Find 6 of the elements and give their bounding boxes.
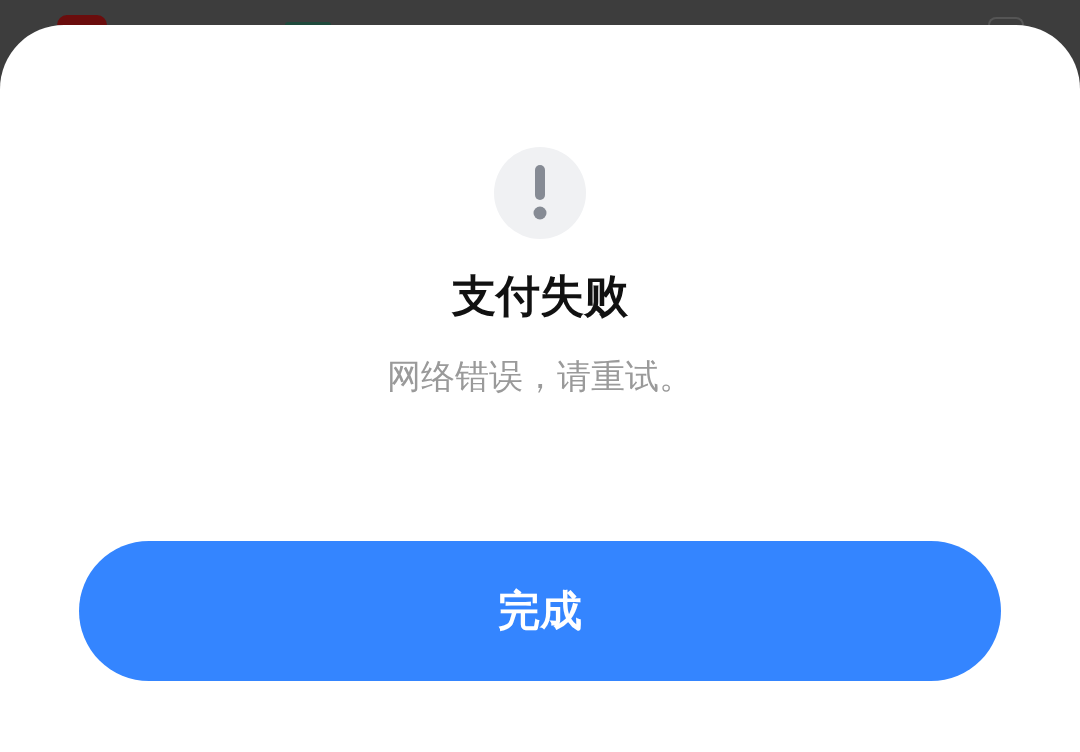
error-message: 网络错误，请重试。 bbox=[387, 356, 693, 397]
done-button[interactable]: 完成 bbox=[79, 541, 1001, 681]
dialog-title: 支付失败 bbox=[452, 269, 628, 322]
exclamation-icon bbox=[494, 147, 586, 239]
tag-icon bbox=[285, 22, 331, 25]
app-icon bbox=[57, 15, 107, 25]
